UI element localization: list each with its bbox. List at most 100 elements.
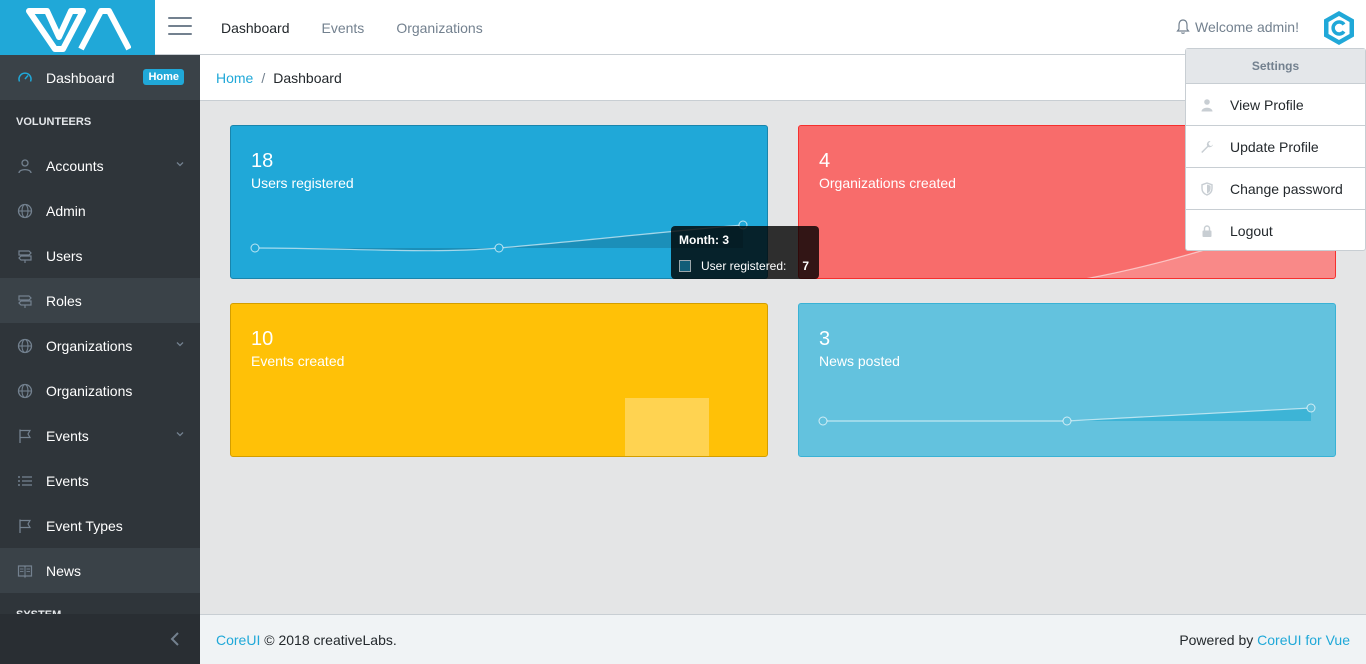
change-password-menu-item[interactable]: Change password: [1186, 168, 1365, 210]
sidebar: Dashboard Home VOLUNTEERS Accounts Admin…: [0, 55, 200, 614]
events-created-card: 10 Events created: [230, 303, 768, 457]
logout-menu-item[interactable]: Logout: [1186, 210, 1365, 252]
tooltip-label: User registered:: [701, 259, 787, 273]
news-posted-card: 3 News posted: [798, 303, 1336, 457]
organizations-created-value: 4: [819, 150, 831, 172]
user-icon: [1200, 98, 1214, 112]
top-nav: Dashboard Events Organizations: [205, 0, 499, 55]
breadcrumb-separator: /: [261, 69, 266, 86]
menu-item-label: View Profile: [1230, 96, 1304, 113]
user-avatar-icon[interactable]: [1322, 10, 1356, 46]
footer-powered-by: Powered by: [1179, 631, 1254, 648]
sidebar-item-events[interactable]: Events: [0, 458, 200, 503]
user-icon: [17, 158, 33, 174]
organizations-created-label: Organizations created: [819, 175, 956, 191]
welcome-text: Welcome admin!: [1194, 19, 1299, 35]
sidebar-item-label: Organizations: [46, 382, 133, 399]
sidebar-item-accounts[interactable]: Accounts: [0, 143, 200, 188]
sidebar-item-label: Roles: [46, 292, 82, 309]
chevron-down-icon: [176, 162, 184, 167]
signpost-icon: [17, 293, 33, 309]
app-header: Dashboard Events Organizations Welcome a…: [0, 0, 1366, 55]
globe-icon: [17, 203, 33, 219]
topnav-dashboard-link[interactable]: Dashboard: [205, 20, 306, 36]
menu-item-label: Change password: [1230, 180, 1343, 197]
menu-item-label: Logout: [1230, 223, 1273, 239]
welcome-area[interactable]: Welcome admin!: [1176, 19, 1299, 35]
chevron-down-icon: [176, 342, 184, 347]
sidebar-item-events-group[interactable]: Events: [0, 413, 200, 458]
sidebar-item-organizations[interactable]: Organizations: [0, 368, 200, 413]
news-sparkline-point[interactable]: [1306, 403, 1316, 413]
events-created-value: 10: [251, 328, 274, 350]
users-sparkline-point[interactable]: [250, 243, 260, 253]
book-icon: [17, 563, 33, 579]
sidebar-item-dashboard[interactable]: Dashboard Home: [0, 55, 200, 100]
list-icon: [17, 473, 33, 489]
news-sparkline-point[interactable]: [818, 416, 828, 426]
chart-tooltip: Month: 3 User registered: 7: [671, 226, 819, 279]
sidebar-item-organizations-group[interactable]: Organizations: [0, 323, 200, 368]
view-profile-menu-item[interactable]: View Profile: [1186, 84, 1365, 126]
breadcrumb-current: Dashboard: [273, 69, 342, 86]
sidebar-item-label: Events: [46, 472, 89, 489]
sidebar-item-label: Event Types: [46, 517, 123, 534]
brand-logo[interactable]: [0, 0, 155, 55]
events-bar[interactable]: [625, 398, 709, 457]
sidebar-item-users[interactable]: Users: [0, 233, 200, 278]
news-sparkline-chart: [818, 403, 1316, 426]
sidebar-item-roles[interactable]: Roles: [0, 278, 200, 323]
news-sparkline-point[interactable]: [1062, 416, 1072, 426]
sidebar-item-admin[interactable]: Admin: [0, 188, 200, 233]
lock-icon: [1200, 224, 1214, 238]
speedometer-icon: [17, 70, 33, 86]
bell-icon: [1176, 19, 1190, 34]
users-sparkline-point[interactable]: [494, 243, 504, 253]
settings-dropdown-menu: Settings View Profile Update Profile Cha…: [1185, 48, 1366, 251]
events-bar-chart: [625, 398, 709, 457]
breadcrumb-home-link[interactable]: Home: [216, 70, 253, 86]
menu-item-label: Update Profile: [1230, 138, 1319, 155]
sidebar-minimizer-button[interactable]: [0, 614, 200, 664]
globe-icon: [17, 383, 33, 399]
sidebar-item-label: Users: [46, 247, 83, 264]
signpost-icon: [17, 248, 33, 264]
footer-copyright: © 2018 creativeLabs.: [264, 631, 397, 648]
sidebar-item-event-types[interactable]: Event Types: [0, 503, 200, 548]
shield-icon: [1200, 181, 1214, 196]
news-posted-label: News posted: [819, 353, 900, 369]
sidebar-item-label: Events: [46, 427, 89, 444]
sidebar-item-label: Dashboard: [46, 69, 115, 86]
sidebar-section-system: SYSTEM: [0, 593, 200, 615]
app-footer: CoreUI © 2018 creativeLabs. Powered by C…: [200, 614, 1366, 664]
events-created-label: Events created: [251, 353, 345, 369]
topnav-events-link[interactable]: Events: [306, 20, 381, 36]
flag-icon: [17, 428, 33, 444]
globe-icon: [17, 338, 33, 354]
wrench-icon: [1200, 140, 1214, 154]
tooltip-row: User registered: 7: [679, 259, 811, 273]
sidebar-item-label: Accounts: [46, 157, 104, 174]
footer-right: Powered by CoreUI for Vue: [1179, 632, 1350, 648]
sidebar-toggler-button[interactable]: [168, 17, 192, 37]
sidebar-item-news[interactable]: News: [0, 548, 200, 593]
tooltip-title: Month: 3: [679, 233, 729, 247]
flag-icon: [17, 518, 33, 534]
sidebar-section-volunteers: VOLUNTEERS: [16, 115, 92, 128]
va-logo-icon: [26, 8, 131, 52]
topnav-organizations-link[interactable]: Organizations: [380, 20, 498, 36]
update-profile-menu-item[interactable]: Update Profile: [1186, 126, 1365, 168]
chevron-left-icon: [170, 632, 179, 646]
news-posted-value: 3: [819, 328, 831, 350]
coreui-link[interactable]: CoreUI: [216, 632, 260, 648]
users-registered-label: Users registered: [251, 175, 354, 191]
footer-left: CoreUI © 2018 creativeLabs.: [216, 632, 397, 648]
tooltip-value: 7: [802, 259, 809, 273]
chevron-down-icon: [176, 432, 184, 437]
home-badge: Home: [143, 69, 184, 85]
coreui-vue-link[interactable]: CoreUI for Vue: [1257, 632, 1350, 648]
tooltip-swatch: [679, 260, 691, 272]
sidebar-item-label: Admin: [46, 202, 86, 219]
users-registered-value: 18: [251, 150, 274, 172]
sidebar-item-label: News: [46, 562, 82, 579]
